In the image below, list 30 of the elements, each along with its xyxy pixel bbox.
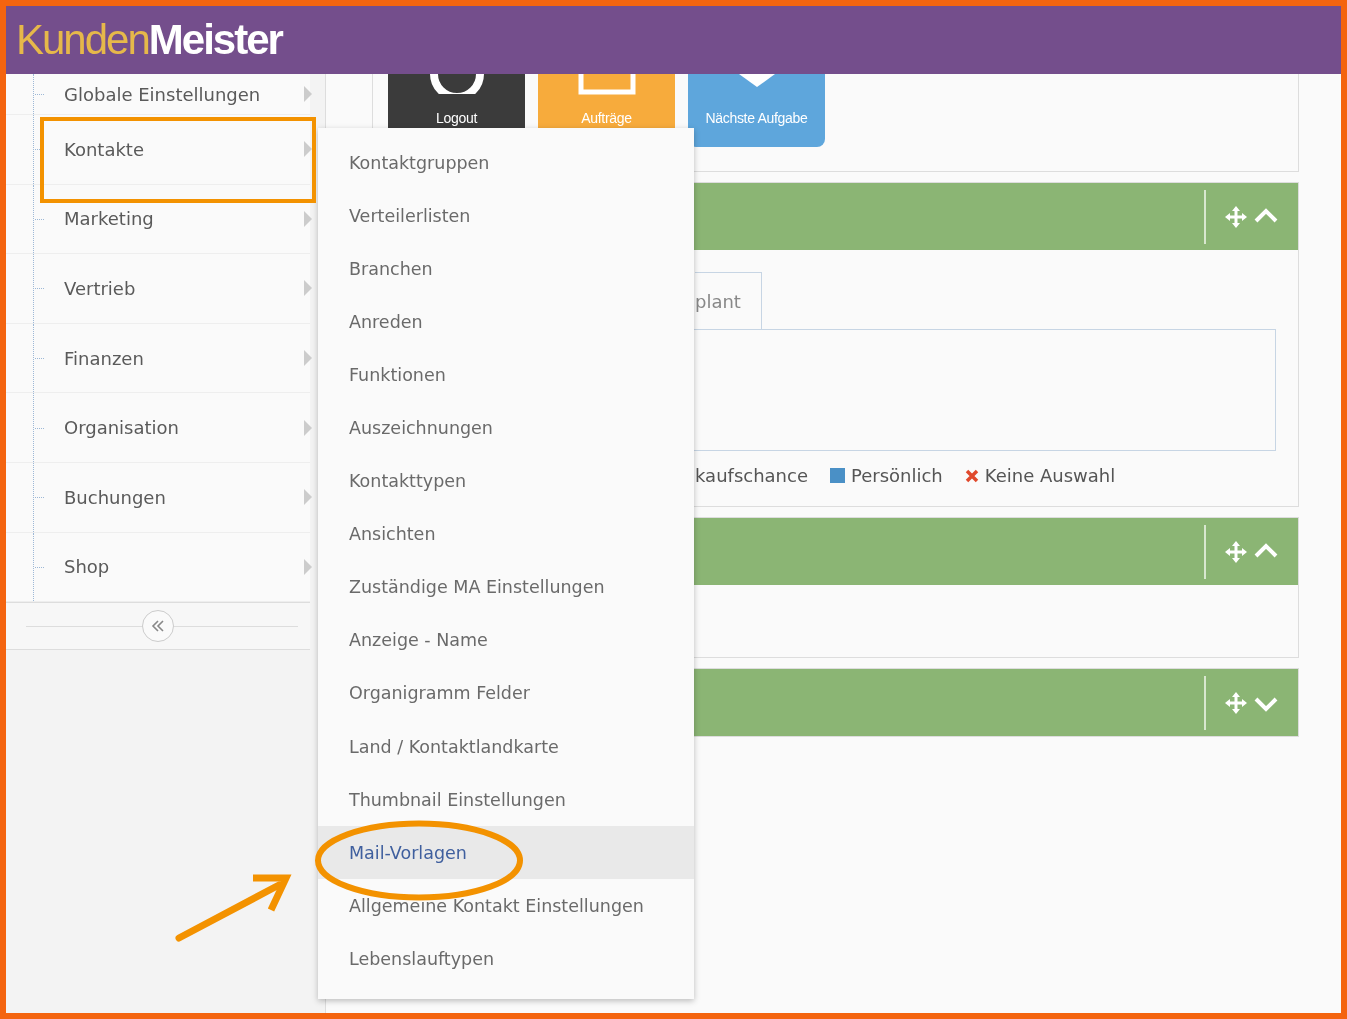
logo[interactable]: KundenMeister: [16, 19, 282, 61]
caret-icon: [304, 86, 312, 102]
legend-label: Persönlich: [851, 465, 943, 486]
frame-icon: [576, 74, 637, 95]
chevron-down-icon: [738, 74, 775, 88]
menu-item[interactable]: Ansichten: [318, 507, 694, 561]
dashboard-tile[interactable]: Nächste Aufgabe: [688, 74, 825, 147]
menu-item[interactable]: Verteilerlisten: [318, 189, 694, 243]
legend-label: kaufschance: [695, 465, 808, 486]
menu-item[interactable]: Kontakttypen: [318, 454, 694, 508]
sidebar-item[interactable]: Globale Einstellungen: [6, 74, 310, 115]
move-icon: [1224, 539, 1248, 564]
menu-item[interactable]: Land / Kontaktlandkarte: [318, 720, 694, 774]
menu-item[interactable]: Lebenslauftypen: [318, 932, 694, 986]
collapse-button[interactable]: [142, 610, 174, 643]
menu-item[interactable]: Anreden: [318, 295, 694, 349]
menu-item[interactable]: Zuständige MA Einstellungen: [318, 560, 694, 614]
menu-item[interactable]: Anzeige - Name: [318, 613, 694, 667]
menu-item[interactable]: Auszeichnungen: [318, 401, 694, 455]
menu-item[interactable]: Organigramm Felder: [318, 666, 694, 721]
menu-item[interactable]: Funktionen: [318, 348, 694, 402]
menu-item[interactable]: Allgemeine Kontakt Einstellungen: [318, 879, 694, 933]
move-icon: [1224, 690, 1248, 715]
menu-item[interactable]: Mail-Vorlagen: [318, 826, 694, 880]
double-chevron-left-icon: [151, 619, 165, 634]
tab[interactable]: plant: [695, 272, 762, 329]
menu-item[interactable]: Thumbnail Einstellungen: [318, 773, 694, 827]
move-icon: [1224, 204, 1248, 229]
menu-item[interactable]: Branchen: [318, 242, 694, 296]
legend-label: Keine Auswahl: [984, 465, 1116, 486]
